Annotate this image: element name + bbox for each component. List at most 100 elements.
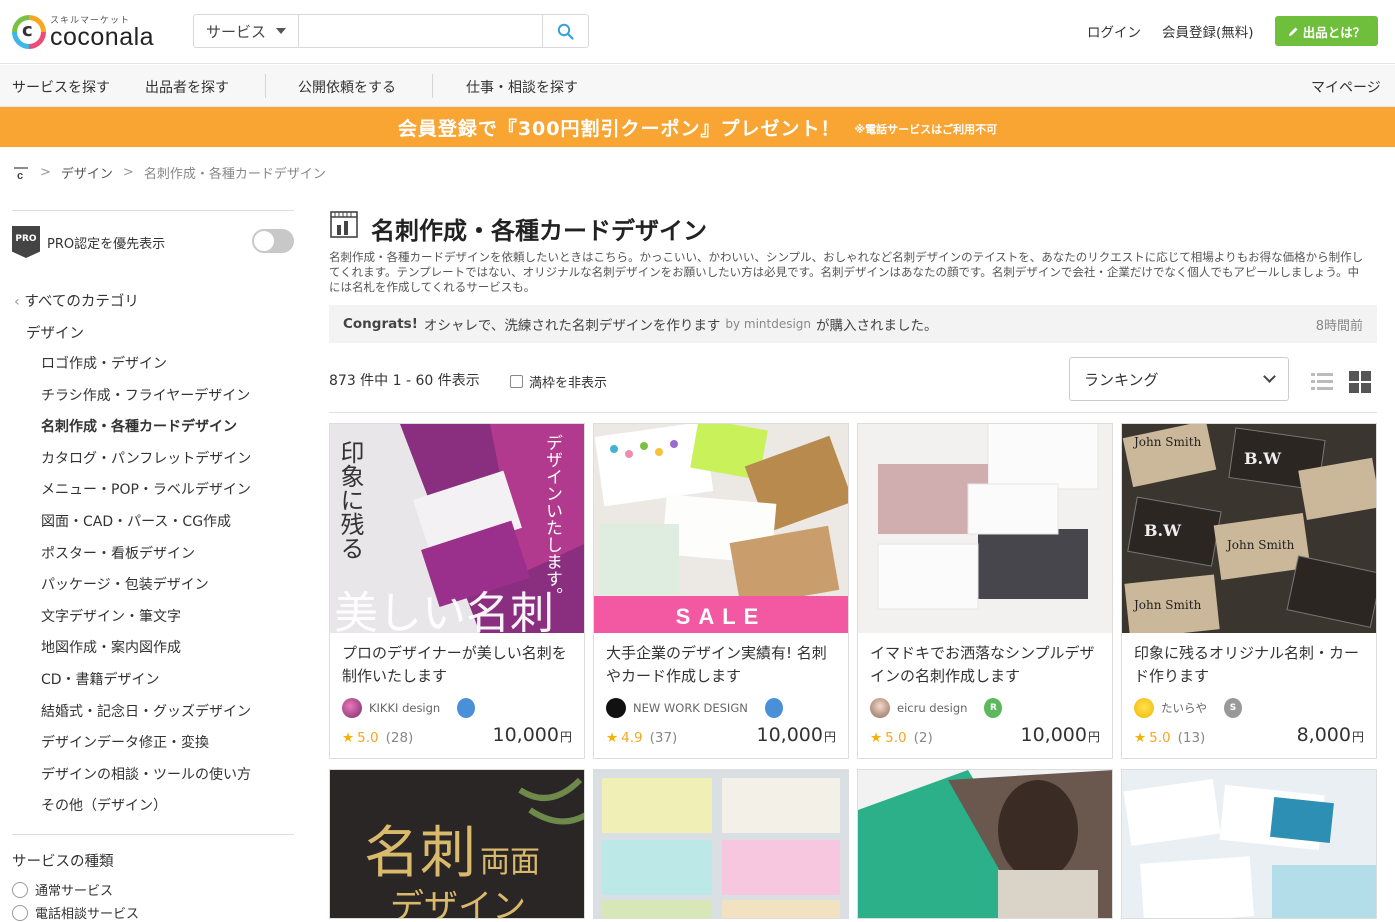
home-icon[interactable]: c (12, 165, 30, 181)
login-link[interactable]: ログイン (1087, 21, 1141, 41)
sidebar: PRO PRO認定を優先表示 ‹ すべてのカテゴリ デザイン ロゴ作成・デザイン… (12, 210, 294, 922)
service-card[interactable] (593, 769, 849, 919)
nav-find-services[interactable]: サービスを探す (12, 77, 110, 97)
service-thumbnail[interactable] (594, 770, 849, 919)
card-image-text: 名刺 (364, 821, 476, 886)
nav-post-request[interactable]: 公開依頼をする (298, 77, 396, 97)
category-item[interactable]: チラシ作成・フライヤーデザイン (41, 385, 251, 417)
congrats-suffix: が購入されました。 (816, 318, 938, 334)
service-card[interactable]: 名刺 両面 デザイン (329, 769, 585, 919)
category-item[interactable]: メニュー・POP・ラベルデザイン (41, 479, 251, 511)
category-item[interactable]: デザインの相談・ツールの使い方 (41, 764, 251, 796)
list-view-icon[interactable] (1311, 371, 1333, 393)
radio-button[interactable] (12, 881, 28, 898)
card-image-text: デザイン (390, 887, 526, 919)
pro-toggle[interactable] (252, 229, 294, 253)
card-image-text: B.W (1144, 521, 1182, 540)
seller-name: KIKKI design (369, 701, 441, 715)
service-title[interactable]: プロのデザイナーが美しい名刺を制作いたします (342, 642, 574, 688)
seller-name: eicru design (897, 701, 968, 715)
radio-button[interactable] (12, 904, 28, 921)
pencil-icon (1288, 27, 1298, 36)
category-item[interactable]: カタログ・パンフレットデザイン (41, 448, 251, 480)
nav-find-jobs[interactable]: 仕事・相談を探す (466, 77, 578, 97)
checkbox[interactable] (510, 375, 523, 388)
sort-select[interactable]: ランキング (1069, 357, 1289, 401)
category-item-active[interactable]: 名刺作成・各種カードデザイン (41, 416, 251, 448)
service-type-title: サービスの種類 (12, 854, 114, 870)
service-thumbnail[interactable]: SALE (594, 424, 848, 633)
nav-mypage[interactable]: マイページ (1311, 77, 1381, 97)
seller-avatar (342, 698, 362, 718)
category-item[interactable]: 地図作成・案内図作成 (41, 637, 251, 669)
all-categories-link[interactable]: ‹ すべてのカテゴリ (14, 290, 139, 311)
service-thumbnail[interactable] (858, 770, 1113, 919)
pro-filter: PRO PRO認定を優先表示 (12, 211, 294, 271)
card-image-text: John Smith (1132, 435, 1202, 449)
category-item[interactable]: 文字デザイン・筆文字 (41, 606, 251, 638)
pro-filter-label: PRO認定を優先表示 (47, 237, 166, 252)
category-item[interactable]: ポスター・看板デザイン (41, 543, 251, 575)
category-design[interactable]: デザイン (26, 322, 84, 343)
congrats-service-link[interactable]: オシャレで、洗練された名刺デザインを作ります (424, 314, 720, 334)
service-type-phone[interactable]: 電話相談サービス (12, 903, 139, 922)
seller-info[interactable]: eicru design R (870, 698, 1003, 718)
service-card[interactable]: John Smith B.W John Smith B.W John Smith… (1121, 423, 1377, 759)
service-thumbnail[interactable] (858, 424, 1112, 633)
hide-full-filter[interactable]: 満枠を非表示 (510, 372, 607, 391)
seller-avatar (870, 698, 890, 718)
category-item[interactable]: 結婚式・記念日・グッズデザイン (41, 701, 251, 733)
banner-note: ※電話サービスはご利用不可 (854, 123, 998, 136)
service-thumbnail[interactable]: 印象に残る デザインいたします。 美しい名刺 (330, 424, 584, 633)
breadcrumb: c > デザイン > 名刺作成・各種カードデザイン (12, 163, 326, 182)
page-title: 名刺作成・各種カードデザイン (371, 217, 707, 245)
star-icon: ★ (606, 730, 619, 746)
search-button[interactable] (542, 15, 588, 47)
rank-badge-icon: R (984, 698, 1003, 718)
service-thumbnail[interactable]: 名刺 両面 デザイン (330, 770, 585, 919)
nav-find-sellers[interactable]: 出品者を探す (145, 77, 229, 97)
seller-info[interactable]: KIKKI design (342, 698, 476, 718)
service-title[interactable]: イマドキでお洒落なシンプルデザインの名刺作成します (870, 642, 1102, 688)
logo-text: coconala (50, 23, 155, 51)
seller-name: NEW WORK DESIGN (633, 701, 748, 715)
breadcrumb-design[interactable]: デザイン (61, 163, 113, 182)
star-icon: ★ (870, 730, 883, 746)
card-image-text: デザインいたします。 (542, 434, 562, 604)
congrats-seller[interactable]: by mintdesign (725, 317, 811, 331)
caret-down-icon (276, 28, 287, 34)
category-item[interactable]: デザインデータ修正・変換 (41, 732, 251, 764)
card-image-text: John Smith (1132, 598, 1202, 612)
pro-badge-icon: PRO (12, 226, 40, 258)
category-item[interactable]: ロゴ作成・デザイン (41, 353, 251, 385)
search-category-select[interactable]: サービス (194, 15, 299, 47)
grid-view-icon[interactable] (1349, 371, 1371, 393)
svg-text:c: c (17, 170, 23, 181)
category-item[interactable]: その他（デザイン） (41, 795, 251, 827)
search-icon (557, 23, 574, 40)
seller-info[interactable]: たいらや S (1134, 698, 1242, 718)
service-title[interactable]: 印象に残るオリジナル名刺・カード作ります (1134, 642, 1366, 688)
service-title[interactable]: 大手企業のデザイン実績有! 名刺やカード作成します (606, 642, 838, 688)
service-card[interactable]: イマドキでお洒落なシンプルデザインの名刺作成します eicru design R… (857, 423, 1113, 759)
seller-info[interactable]: NEW WORK DESIGN (606, 698, 783, 718)
search-input[interactable] (299, 15, 542, 47)
category-item[interactable]: CD・書籍デザイン (41, 669, 251, 701)
star-icon: ★ (1134, 730, 1147, 746)
sell-info-button[interactable]: 出品とは？ (1275, 16, 1378, 46)
register-link[interactable]: 会員登録(無料) (1162, 21, 1254, 41)
service-card[interactable]: 印象に残る デザインいたします。 美しい名刺 プロのデザイナーが美しい名刺を制作… (329, 423, 585, 759)
coconala-logo[interactable]: c スキルマーケット coconala (12, 13, 172, 53)
service-thumbnail[interactable]: John Smith B.W John Smith B.W John Smith (1122, 424, 1376, 633)
coupon-banner[interactable]: 会員登録で『300円割引クーポン』プレゼント！ ※電話サービスはご利用不可 (0, 107, 1395, 147)
service-card[interactable] (857, 769, 1113, 919)
service-thumbnail[interactable] (1122, 770, 1377, 919)
card-image-text: 両面 (480, 845, 540, 880)
category-item[interactable]: パッケージ・包装デザイン (41, 574, 251, 606)
category-item[interactable]: 図面・CAD・パース・CG作成 (41, 511, 251, 543)
service-type-normal[interactable]: 通常サービス (12, 880, 113, 899)
seller-name: たいらや (1161, 701, 1207, 715)
service-card[interactable]: SALE 大手企業のデザイン実績有! 名刺やカード作成します NEW WORK … (593, 423, 849, 759)
congrats-time: 8時間前 (1315, 318, 1363, 334)
service-card[interactable] (1121, 769, 1377, 919)
